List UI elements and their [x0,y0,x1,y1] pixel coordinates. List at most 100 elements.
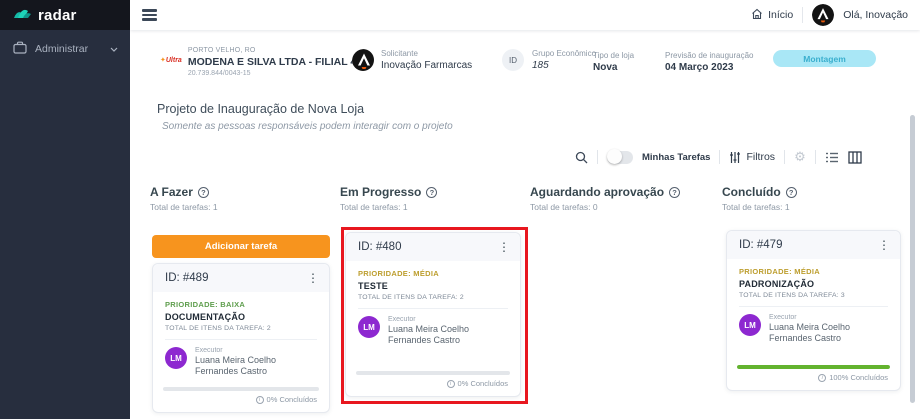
sidebar-item-label: Administrar [35,43,88,55]
help-icon[interactable]: ? [426,187,437,198]
grupo-economico-field: ID Grupo Econômico 185 [502,49,596,71]
progress-label: i 100% Concluídos [737,369,890,390]
executor-row: LM Executor Luana Meira Coelho Fernandes… [346,309,520,347]
column-title: Concluído ? [722,185,904,199]
settings-gear-icon[interactable]: ⚙ [794,151,806,164]
progress-label: i 0% Concluídos [163,391,319,412]
app-root: radar Administrar [0,0,920,419]
info-icon: i [818,374,826,382]
card-items-count: TOTAL DE ITENS DA TAREFA: 3 [739,292,888,299]
store-name: MODENA E SILVA LTDA - FILIAL 48 [188,56,362,68]
kebab-menu-icon[interactable]: ⋮ [307,272,319,284]
sidebar: radar Administrar [0,0,130,419]
solicitante-value: Inovação Farmarcas [381,60,472,71]
card-id: ID: #489 [165,272,208,284]
solicitante-field: Solicitante Inovação Farmarcas [352,49,472,71]
column-title: Em Progresso ? [340,185,522,199]
info-icon: i [256,396,264,404]
previsao-field: Previsão de inauguração 04 Março 2023 [665,51,754,73]
help-icon[interactable]: ? [786,187,797,198]
progress-bar: i 0% Concluídos [356,371,510,396]
card-items-count: TOTAL DE ITENS DA TAREFA: 2 [165,325,317,332]
home-button[interactable]: Início [751,8,793,23]
tune-icon [729,151,741,164]
card-items-count: TOTAL DE ITENS DA TAREFA: 2 [358,294,508,301]
executor-label: Executor [195,347,317,354]
toolbar-divider [815,150,816,164]
tipo-value: Nova [593,62,634,73]
vertical-scrollbar[interactable] [910,115,915,403]
home-icon [751,8,763,23]
sidebar-item-administrar[interactable]: Administrar [0,30,130,68]
search-icon[interactable] [575,151,588,164]
filters-button[interactable]: Filtros [729,151,775,164]
task-card-479[interactable]: ID: #479 ⋮ PRIORIDADE: MÉDIA PADRONIZAÇÃ… [726,230,901,391]
help-icon[interactable]: ? [669,187,680,198]
help-icon[interactable]: ? [198,187,209,198]
executor-avatar: LM [739,314,761,336]
toolbar-divider [719,150,720,164]
card-priority: PRIORIDADE: MÉDIA [739,267,888,276]
add-task-button[interactable]: Adicionar tarefa [152,235,330,258]
tipo-loja-field: Tipo de loja Nova [593,51,634,73]
executor-name: Luana Meira Coelho Fernandes Castro [195,355,317,378]
home-label: Início [768,9,793,21]
column-total: Total de tarefas: 0 [530,202,712,212]
list-view-icon[interactable] [825,152,839,163]
grupo-value: 185 [532,60,596,71]
store-cnpj: 20.739.844/0043-15 [188,70,362,77]
main-content: ✦Ultra PORTO VELHO, RO MODENA E SILVA LT… [130,30,920,419]
ultra-brand-logo: ✦Ultra [160,56,182,64]
column-title: Aguardando aprovação ? [530,185,712,199]
column-total: Total de tarefas: 1 [150,202,332,212]
store-info: ✦Ultra PORTO VELHO, RO MODENA E SILVA LT… [160,47,362,77]
menu-toggle-icon[interactable] [142,9,157,21]
column-aguardando-aprovacao: Aguardando aprovação ? Total de tarefas:… [530,185,712,212]
page-title: Projeto de Inauguração de Nova Loja [157,102,364,116]
status-badge[interactable]: Montagem [773,50,876,67]
user-greeting: Olá, Inovação [843,9,908,21]
toolbar-divider [597,150,598,164]
card-header: ID: #480 ⋮ [346,233,520,261]
progress-bar: i 0% Concluídos [163,387,319,412]
page-subtitle: Somente as pessoas responsáveis podem in… [162,121,453,132]
card-id: ID: #480 [358,241,401,253]
tipo-label: Tipo de loja [593,51,634,60]
topbar-divider [802,7,803,23]
radar-logo-icon [13,5,32,25]
kebab-menu-icon[interactable]: ⋮ [498,241,510,253]
card-header: ID: #489 ⋮ [153,264,329,292]
card-title: PADRONIZAÇÃO [739,279,888,289]
executor-name: Luana Meira Coelho Fernandes Castro [388,324,508,347]
info-icon: i [447,380,455,388]
card-id: ID: #479 [739,239,782,251]
board-toolbar: Minhas Tarefas Filtros ⚙ [575,144,862,170]
card-title: TESTE [358,281,508,291]
column-view-icon[interactable] [848,151,862,164]
logo-block[interactable]: radar [0,0,130,30]
brand-name: radar [38,7,77,24]
executor-label: Executor [769,314,888,321]
topbar: Início Olá, Inovação [130,0,920,30]
card-priority: PRIORIDADE: BAIXA [165,300,317,309]
toolbar-divider [784,150,785,164]
solicitante-avatar [352,49,374,71]
my-tasks-toggle[interactable] [607,151,633,164]
my-tasks-label: Minhas Tarefas [642,152,710,163]
card-title: DOCUMENTAÇÃO [165,312,317,322]
column-total: Total de tarefas: 1 [722,202,904,212]
previsao-value: 04 Março 2023 [665,62,754,73]
kebab-menu-icon[interactable]: ⋮ [878,239,890,251]
executor-row: LM Executor Luana Meira Coelho Fernandes… [727,307,900,345]
column-a-fazer: A Fazer ? Total de tarefas: 1 Adicionar … [150,185,332,212]
task-card-480[interactable]: ID: #480 ⋮ PRIORIDADE: MÉDIA TESTE TOTAL… [345,232,521,397]
executor-avatar: LM [165,347,187,369]
filters-label: Filtros [746,151,775,163]
column-total: Total de tarefas: 1 [340,202,522,212]
briefcase-icon [13,41,27,57]
column-em-progresso: Em Progresso ? Total de tarefas: 1 ID: #… [340,185,522,212]
user-avatar[interactable] [812,4,834,26]
card-header: ID: #479 ⋮ [727,231,900,259]
task-card-489[interactable]: ID: #489 ⋮ PRIORIDADE: BAIXA DOCUMENTAÇÃ… [152,263,330,413]
chevron-down-icon [110,43,118,55]
